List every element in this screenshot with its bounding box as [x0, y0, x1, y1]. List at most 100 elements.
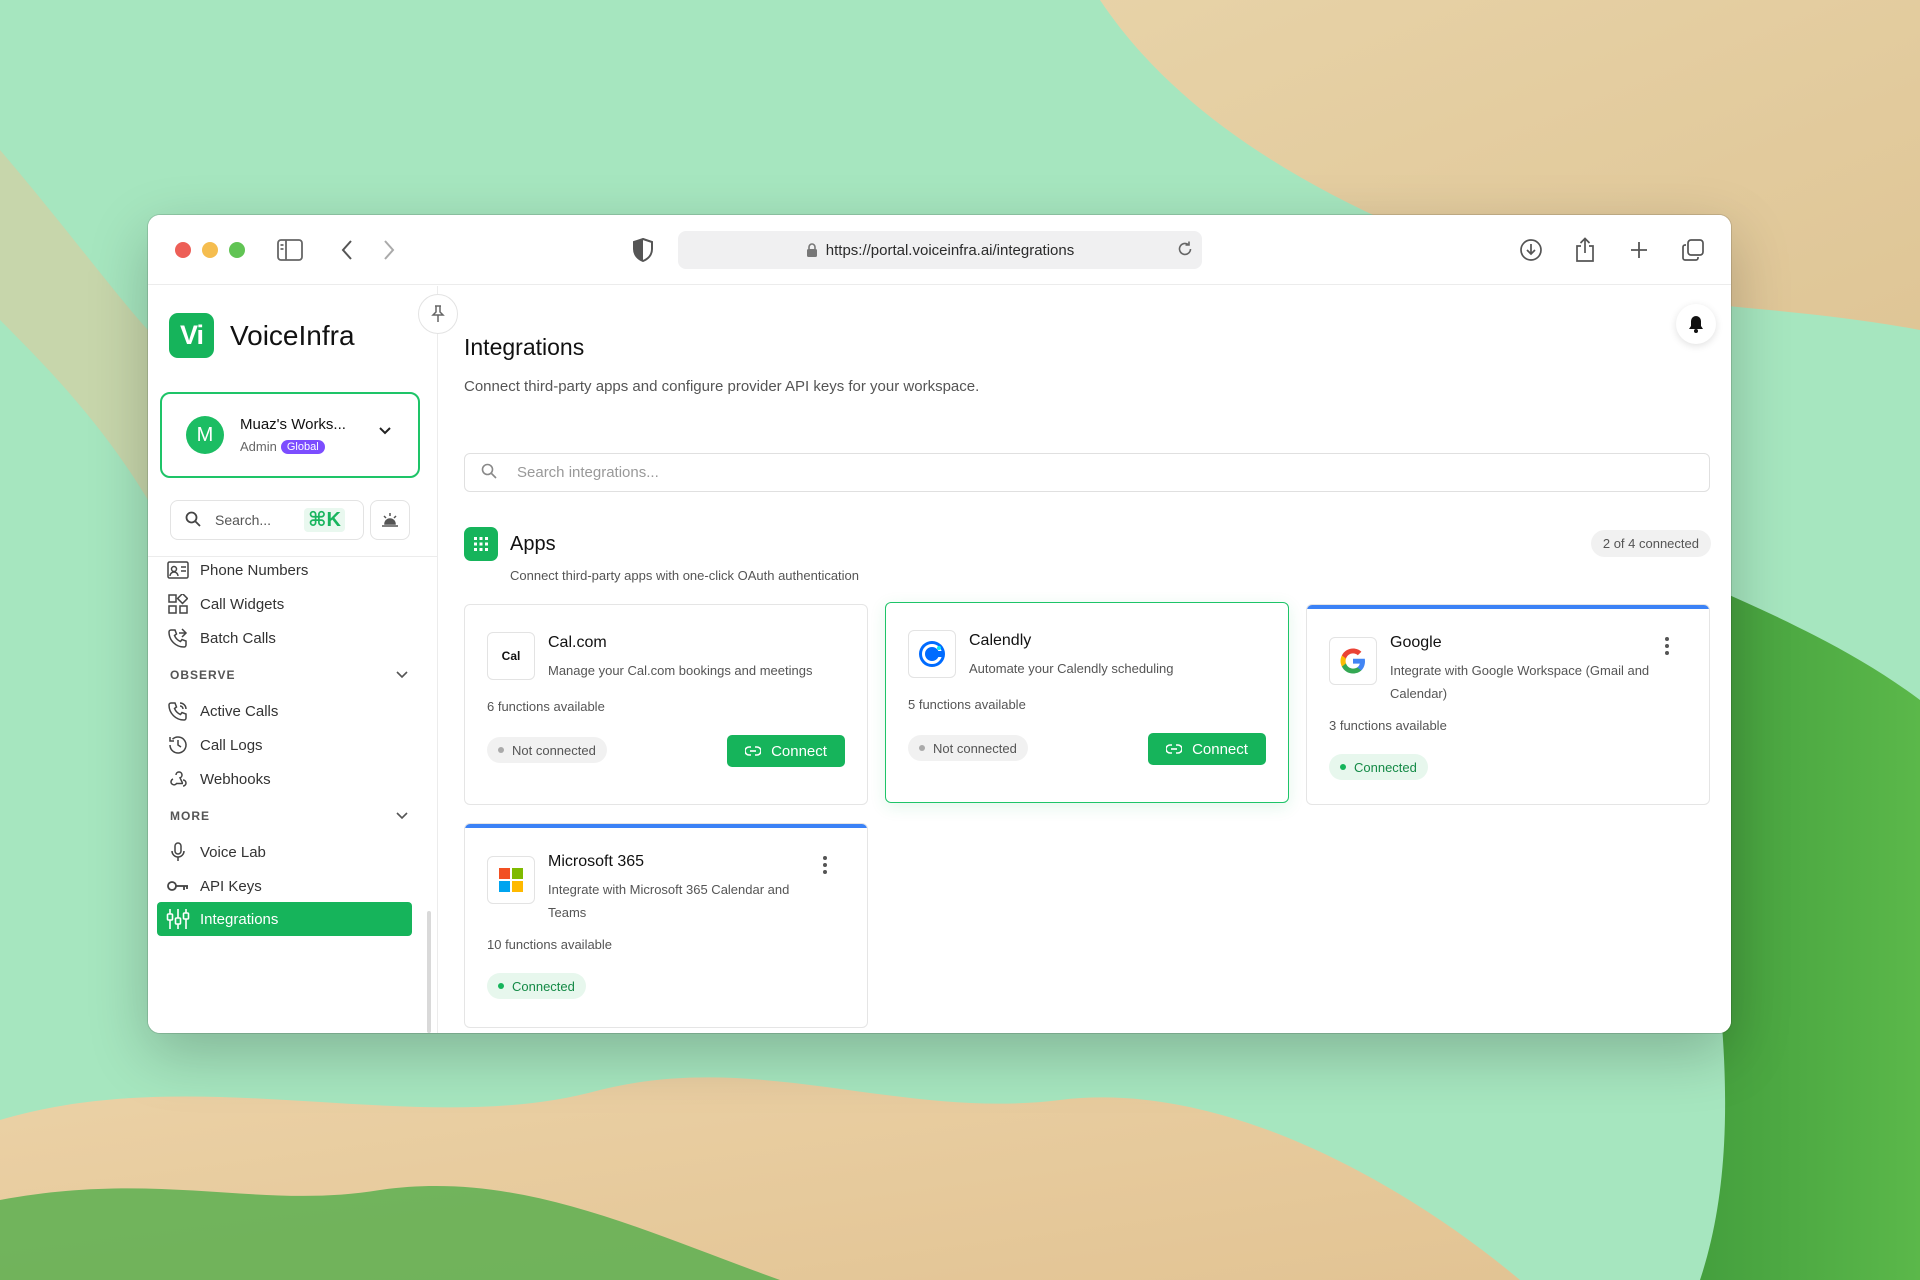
- status-label: Connected: [1354, 759, 1417, 775]
- status-badge: Connected: [1329, 754, 1428, 780]
- apps-section-header: Apps: [464, 527, 556, 561]
- section-observe-header[interactable]: OBSERVE: [170, 668, 408, 682]
- sidebar-item-label: Webhooks: [200, 770, 271, 788]
- sidebar-item-label: Integrations: [200, 910, 279, 928]
- workspace-switcher[interactable]: M Muaz's Works... Admin Global: [160, 392, 420, 478]
- webhook-icon: [166, 767, 190, 791]
- sidebar-item-label: Phone Numbers: [200, 561, 309, 579]
- integrations-search-input[interactable]: Search integrations...: [464, 453, 1710, 492]
- more-options-icon[interactable]: [1659, 635, 1675, 657]
- apps-grid-icon: [464, 527, 498, 561]
- section-more-header[interactable]: MORE: [170, 809, 408, 823]
- lock-icon: [806, 242, 818, 258]
- integrations-search-placeholder: Search integrations...: [517, 464, 659, 481]
- sidebar-toggle-icon[interactable]: [275, 235, 305, 265]
- tab-overview-icon[interactable]: [1678, 235, 1708, 265]
- sidebar-item-call-logs[interactable]: Call Logs: [166, 727, 416, 763]
- forward-icon[interactable]: [374, 235, 404, 265]
- functions-count: 3 functions available: [1329, 718, 1447, 733]
- integration-name: Google: [1390, 634, 1442, 651]
- sidebar-item-voice-lab[interactable]: Voice Lab: [166, 834, 416, 870]
- sidebar-scrollbar[interactable]: [427, 911, 431, 1033]
- search-icon: [481, 463, 497, 483]
- page-title: Integrations: [464, 334, 585, 360]
- sidebar-item-phone-numbers[interactable]: Phone Numbers: [166, 552, 416, 588]
- apps-section-description: Connect third-party apps with one-click …: [510, 568, 860, 583]
- back-icon[interactable]: [332, 235, 362, 265]
- status-dot: [498, 747, 504, 753]
- sidebar-item-webhooks[interactable]: Webhooks: [166, 761, 416, 797]
- sidebar-search-placeholder: Search...: [215, 512, 272, 528]
- sidebar-item-label: Call Widgets: [200, 595, 285, 613]
- pin-sidebar-button[interactable]: [418, 294, 458, 334]
- workspace-name: Muaz's Works...: [240, 416, 346, 433]
- integration-description: Integrate with Microsoft 365 Calendar an…: [548, 882, 790, 920]
- connected-count-badge: 2 of 4 connected: [1590, 530, 1711, 557]
- bell-icon: [1689, 316, 1703, 333]
- calcom-logo: Cal: [487, 632, 535, 680]
- connect-calcom-button[interactable]: Connect: [727, 735, 845, 767]
- new-tab-icon[interactable]: [1624, 235, 1654, 265]
- notifications-button[interactable]: [1676, 304, 1716, 344]
- brand-logo[interactable]: Vi VoiceInfra: [169, 313, 355, 358]
- history-icon: [166, 733, 190, 757]
- more-options-icon[interactable]: [817, 854, 833, 876]
- integrations-icon: [166, 907, 190, 931]
- status-label: Not connected: [512, 742, 596, 758]
- calendly-logo: [908, 630, 956, 678]
- functions-count: 10 functions available: [487, 937, 613, 952]
- chevron-down-icon: [396, 812, 408, 820]
- sidebar: Vi VoiceInfra M Muaz's Works... Admin Gl…: [148, 286, 458, 1033]
- section-title: OBSERVE: [170, 668, 236, 682]
- avatar: M: [186, 416, 224, 454]
- connect-label: Connect: [771, 742, 827, 760]
- reload-icon[interactable]: [1176, 240, 1194, 258]
- sidebar-item-label: Batch Calls: [200, 629, 276, 647]
- pin-icon: [431, 305, 445, 322]
- sidebar-item-api-keys[interactable]: API Keys: [166, 868, 416, 904]
- sidebar-item-label: Call Logs: [200, 736, 263, 754]
- sidebar-item-batch-calls[interactable]: Batch Calls: [166, 620, 416, 656]
- browser-window: https://portal.voiceinfra.ai/integration…: [148, 215, 1731, 1033]
- connect-label: Connect: [1192, 740, 1248, 758]
- sidebar-item-active-calls[interactable]: Active Calls: [166, 693, 416, 729]
- brand-name: VoiceInfra: [230, 319, 355, 351]
- status-badge: Not connected: [908, 735, 1028, 761]
- sidebar-item-integrations[interactable]: Integrations: [157, 902, 412, 936]
- integration-name: Cal.com: [548, 634, 607, 651]
- sidebar-item-label: Voice Lab: [200, 843, 266, 861]
- theme-toggle-button[interactable]: [370, 500, 410, 540]
- address-bar[interactable]: https://portal.voiceinfra.ai/integration…: [678, 231, 1202, 269]
- page-subtitle: Connect third-party apps and configure p…: [464, 378, 980, 395]
- sidebar-item-label: API Keys: [200, 877, 262, 895]
- sidebar-item-call-widgets[interactable]: Call Widgets: [166, 586, 416, 622]
- integration-name: Microsoft 365: [548, 853, 645, 870]
- integration-card-calcom: Cal Cal.com Manage your Cal.com bookings…: [464, 604, 868, 805]
- google-logo: [1329, 637, 1377, 685]
- calcom-logo-text: Cal: [501, 649, 521, 663]
- integration-card-microsoft-365: Microsoft 365 Integrate with Microsoft 3…: [464, 823, 868, 1028]
- privacy-shield-icon[interactable]: [628, 235, 658, 265]
- zoom-window-button[interactable]: [229, 242, 245, 258]
- integration-description: Automate your Calendly scheduling: [969, 661, 1174, 676]
- sidebar-search-input[interactable]: Search... ⌘K: [170, 500, 364, 540]
- status-dot: [919, 745, 925, 751]
- connect-calendly-button[interactable]: Connect: [1148, 733, 1266, 765]
- status-badge: Connected: [487, 973, 586, 999]
- workspace-role: Admin: [240, 439, 277, 454]
- downloads-icon[interactable]: [1516, 235, 1546, 265]
- status-dot: [1340, 764, 1346, 770]
- chevron-down-icon: [378, 426, 392, 436]
- minimize-window-button[interactable]: [202, 242, 218, 258]
- close-window-button[interactable]: [175, 242, 191, 258]
- integration-description: Manage your Cal.com bookings and meeting…: [548, 663, 813, 678]
- status-badge: Not connected: [487, 737, 607, 763]
- microphone-icon: [166, 840, 190, 864]
- integration-description: Integrate with Google Workspace (Gmail a…: [1390, 663, 1650, 701]
- integration-name: Calendly: [969, 632, 1032, 649]
- apps-section-title: Apps: [510, 532, 556, 555]
- share-icon[interactable]: [1570, 235, 1600, 265]
- key-icon: [166, 874, 190, 898]
- phone-incoming-icon: [166, 699, 190, 723]
- search-shortcut-badge: ⌘K: [304, 508, 345, 532]
